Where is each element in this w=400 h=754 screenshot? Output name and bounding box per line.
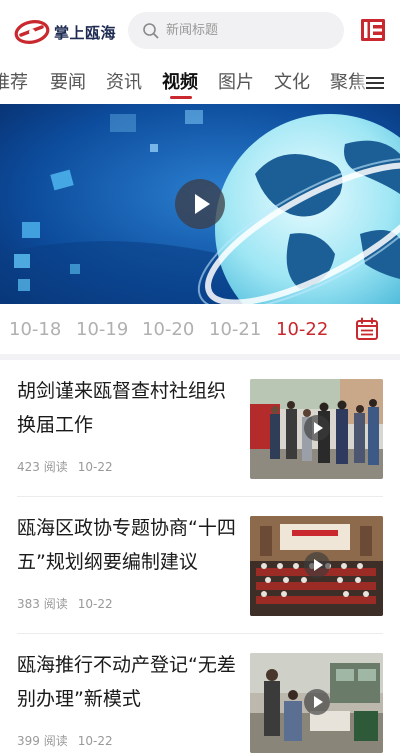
tab-culture[interactable]: 文化: [274, 68, 310, 94]
app-logo[interactable]: 掌上瓯海: [14, 17, 116, 47]
date-tab-active[interactable]: 10-22: [276, 319, 328, 340]
news-meta: 399 阅读 10-22: [17, 732, 123, 749]
news-thumbnail: [250, 653, 383, 753]
news-thumbnail: [250, 379, 383, 479]
logo-icon: [14, 20, 50, 44]
news-item[interactable]: 胡剑谨来瓯督查村社组织换届工作 423 阅读 10-22: [0, 360, 400, 498]
read-count: 423 阅读: [17, 460, 68, 474]
tab-video[interactable]: 视频: [162, 68, 198, 94]
read-count: 383 阅读: [17, 597, 68, 611]
thumbnail-play-button: [304, 552, 330, 578]
play-icon: [195, 194, 210, 214]
search-icon: [143, 22, 159, 38]
newspaper-icon[interactable]: [360, 17, 386, 43]
tab-news[interactable]: 资讯: [106, 68, 142, 94]
app-header: 掌上瓯海: [0, 0, 400, 62]
thumbnail-play-button: [304, 689, 330, 715]
thumbnail-play-button: [304, 415, 330, 441]
hamburger-menu-icon[interactable]: [366, 75, 384, 91]
date-tab[interactable]: 10-18: [9, 319, 61, 340]
news-date: 10-22: [77, 460, 113, 474]
calendar-icon[interactable]: [355, 317, 379, 341]
read-count: 399 阅读: [17, 734, 68, 748]
tab-pictures[interactable]: 图片: [218, 68, 254, 94]
play-icon: [314, 422, 323, 434]
news-title: 瓯海区政协专题协商“十四五”规划纲要编制建议: [17, 517, 236, 573]
play-icon: [314, 696, 323, 708]
date-tab[interactable]: 10-21: [209, 319, 261, 340]
news-thumbnail: [250, 516, 383, 616]
news-date: 10-22: [77, 734, 113, 748]
tab-headlines[interactable]: 要闻: [50, 68, 86, 94]
date-selector: 10-18 10-19 10-20 10-21 10-22: [0, 304, 400, 354]
news-title: 胡剑谨来瓯督查村社组织换届工作: [17, 380, 227, 436]
active-tab-indicator: [170, 96, 192, 99]
search-bar[interactable]: [128, 12, 344, 49]
news-item[interactable]: 瓯海推行不动产登记“无差别办理”新模式 399 阅读 10-22: [0, 634, 400, 754]
news-item[interactable]: 瓯海区政协专题协商“十四五”规划纲要编制建议 383 阅读 10-22: [0, 497, 400, 635]
news-meta: 423 阅读 10-22: [17, 458, 123, 475]
play-icon: [314, 559, 323, 571]
tab-recommend[interactable]: 推荐: [0, 68, 28, 94]
channel-tabs: 推荐 要闻 资讯 视频 图片 文化 聚焦: [0, 62, 400, 104]
play-button[interactable]: [175, 179, 225, 229]
news-meta: 383 阅读 10-22: [17, 595, 123, 612]
search-input[interactable]: [166, 23, 336, 38]
app-name: 掌上瓯海: [54, 23, 117, 42]
news-title: 瓯海推行不动产登记“无差别办理”新模式: [17, 654, 236, 710]
news-date: 10-22: [77, 597, 113, 611]
date-tab[interactable]: 10-19: [76, 319, 128, 340]
date-tab[interactable]: 10-20: [142, 319, 194, 340]
